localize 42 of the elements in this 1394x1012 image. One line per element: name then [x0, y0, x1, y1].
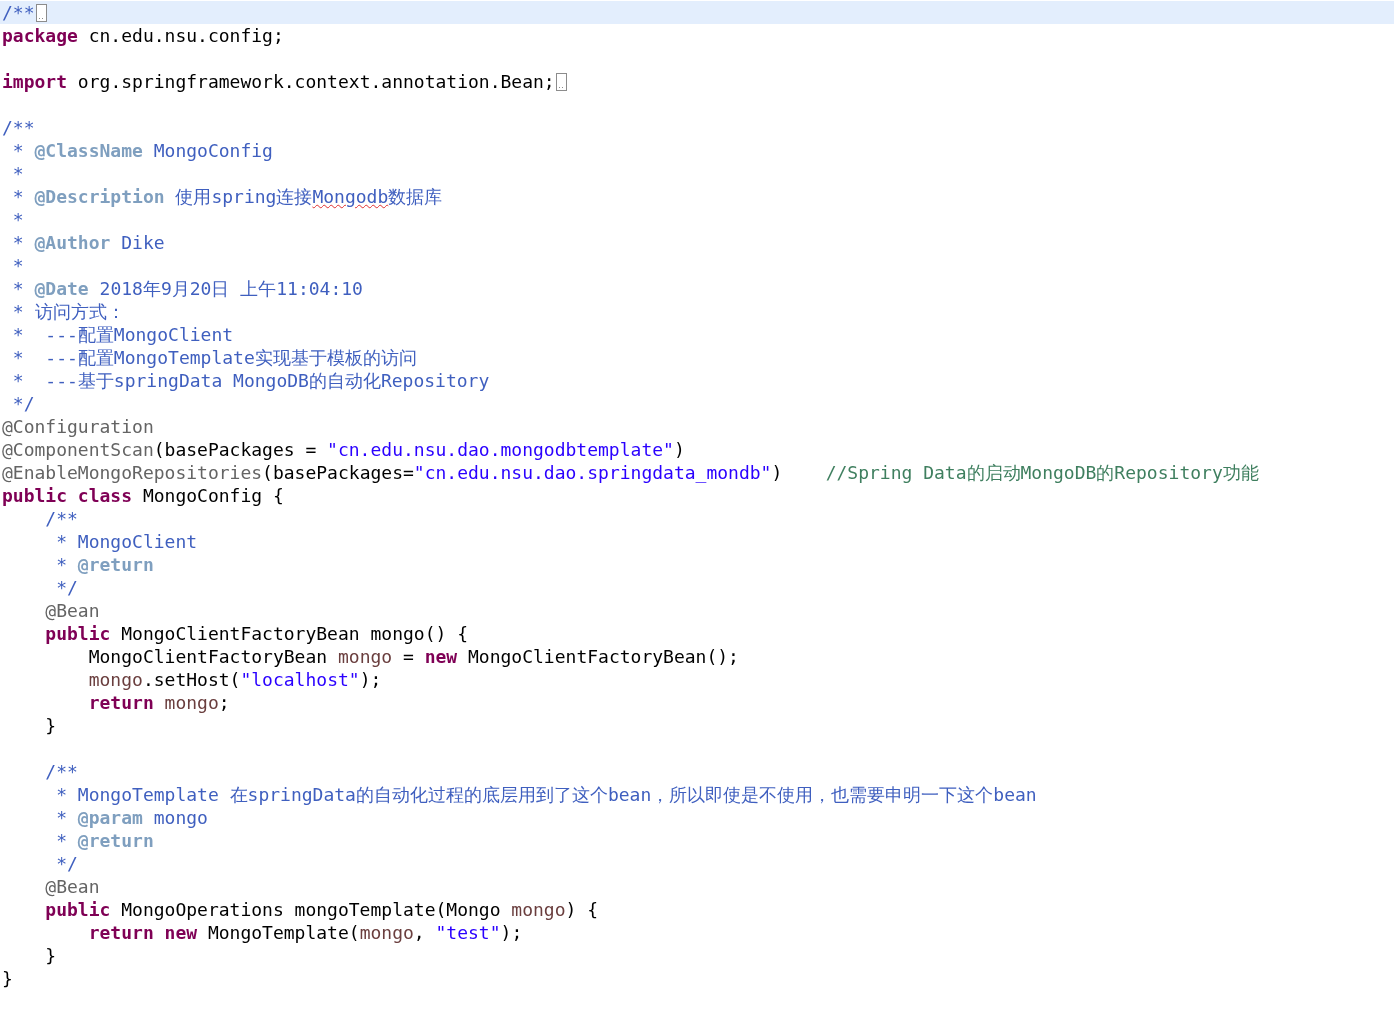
code-line: return new MongoTemplate(mongo, "test"); [87, 921, 523, 944]
code-line: @ComponentScan(basePackages = "cn.edu.nsu.dao.mongodbtemplate") [2, 438, 685, 461]
code-line: * [11, 254, 24, 277]
code-line: * [11, 208, 24, 231]
code-line: * ---配置MongoTemplate实现基于模板的访问 [11, 346, 417, 369]
code-line: mongo.setHost("localhost"); [87, 668, 382, 691]
fold-marker-icon[interactable] [555, 72, 567, 91]
code-line: * ---基于springData MongoDB的自动化Repository [11, 369, 490, 392]
code-line: } [44, 944, 57, 967]
code-line: */ [55, 852, 78, 875]
code-line: * @return [55, 829, 154, 852]
code-line: /** [2, 1, 35, 24]
code-line: * @Date 2018年9月20日 上午11:04:10 [11, 277, 363, 300]
code-line: public class MongoConfig { [2, 484, 284, 507]
code-line: package cn.edu.nsu.config; [2, 24, 284, 47]
code-line: MongoClientFactoryBean mongo = new MongoClientFactoryBean(); [87, 645, 739, 668]
code-line: /** [2, 116, 35, 139]
fold-marker-icon[interactable] [35, 3, 47, 22]
code-line: } [44, 714, 57, 737]
code-line: } [2, 967, 13, 990]
code-line: */ [11, 392, 35, 415]
code-line: * [11, 162, 24, 185]
code-line: * @Author Dike [11, 231, 165, 254]
code-line: * MongoTemplate 在springData的自动化过程的底层用到了这个bean，所以即使是不使用，也需要申明一下这个bean [55, 783, 1037, 806]
code-line: return mongo; [87, 691, 230, 714]
code-line: * MongoClient [55, 530, 198, 553]
code-line: @Bean [44, 875, 100, 898]
code-line: /** [44, 507, 78, 530]
code-line: @Configuration [2, 415, 154, 438]
code-line: import org.springframework.context.annotation.Bean; [2, 70, 555, 93]
code-line: * @return [55, 553, 154, 576]
code-line: * @param mongo [55, 806, 208, 829]
code-line: public MongoClientFactoryBean mongo() { [44, 622, 468, 645]
code-line: /** [44, 760, 78, 783]
code-line: * 访问方式： [11, 300, 125, 323]
code-line: @Bean [44, 599, 100, 622]
code-line: */ [55, 576, 78, 599]
code-line: public MongoOperations mongoTemplate(Mongo mongo) { [44, 898, 599, 921]
code-line: * ---配置MongoClient [11, 323, 234, 346]
code-line: * @Description 使用spring连接Mongodb数据库 [11, 185, 443, 208]
code-line: @EnableMongoRepositories(basePackages="cn.edu.nsu.dao.springdata_mondb") //Spring Data的启动MongoDB的Repository功能 [2, 461, 1259, 484]
code-line: * @ClassName MongoConfig [11, 139, 273, 162]
